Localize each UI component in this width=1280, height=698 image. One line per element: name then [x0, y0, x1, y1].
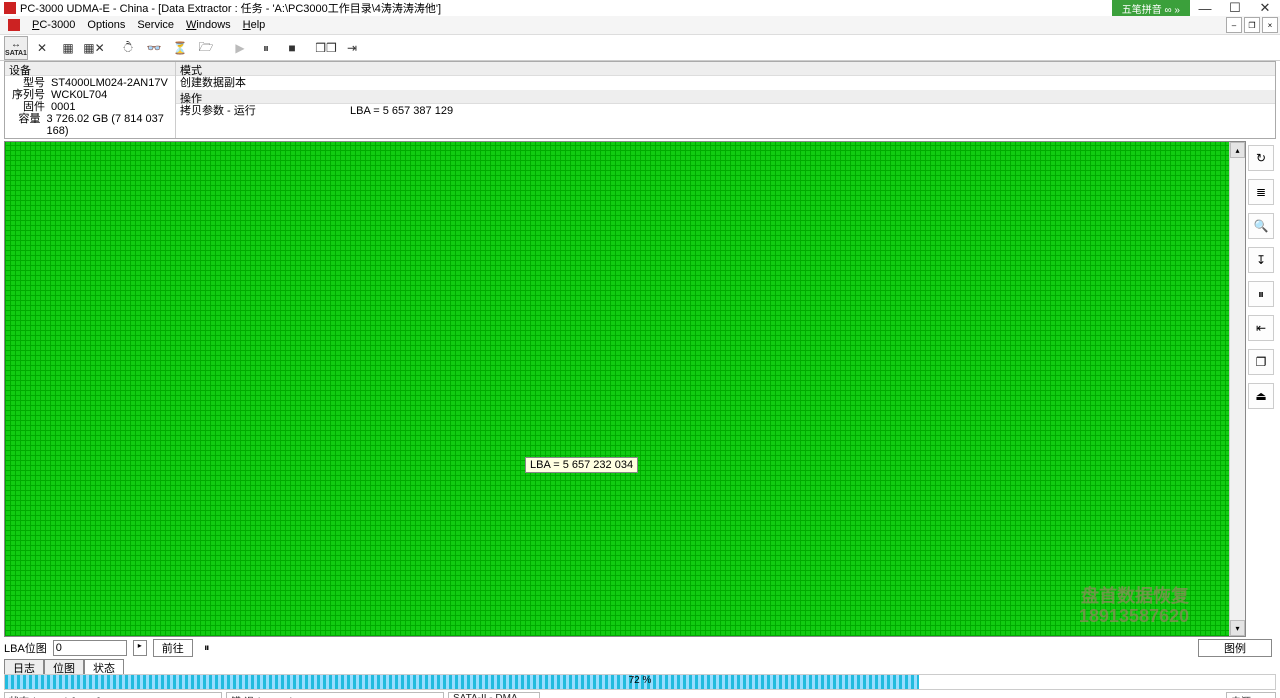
model-value: ST4000LM024-2AN17V — [51, 77, 168, 89]
status-panel-state: 状态 (SATA1)-[PIO4] BSYDRDDWFDSCDRQCRRIDXE… — [4, 692, 222, 698]
minimize-button[interactable]: — — [1190, 0, 1220, 16]
legend-button[interactable]: 图例 — [1198, 639, 1272, 657]
progress-bar: 72 % — [4, 674, 1276, 690]
sector-map-wrap: LBA = 5 657 232 034 盘首数据恢复 18913587620 ▴… — [4, 141, 1246, 637]
sector-map[interactable]: LBA = 5 657 232 034 盘首数据恢复 18913587620 — [5, 142, 1229, 636]
lba-input[interactable] — [53, 640, 127, 656]
mdi-restore-button[interactable]: ❐ — [1244, 17, 1260, 33]
model-label: 型号 — [9, 77, 45, 89]
menu-help[interactable]: Help — [237, 19, 272, 31]
watermark-line2: 18913587620 — [1079, 606, 1189, 626]
op-lba: LBA = 5 657 387 129 — [350, 105, 453, 118]
watermark: 盘首数据恢复 18913587620 — [1079, 586, 1189, 626]
serial-value: WCK0L704 — [51, 89, 107, 101]
progress-text: 72 % — [629, 675, 652, 686]
stop-button[interactable]: ■ — [280, 36, 304, 60]
folder-icon[interactable]: 🗁 — [194, 36, 218, 60]
maximize-button[interactable]: ☐ — [1220, 0, 1250, 16]
mode-value: 创建数据副本 — [180, 77, 1271, 89]
funnel-icon[interactable]: ⏳ — [168, 36, 192, 60]
windows-icon[interactable]: ❒❒ — [314, 36, 338, 60]
fw-label: 固件 — [9, 101, 45, 113]
mdi-controls: – ❐ × — [1226, 17, 1278, 33]
rail-eject-icon[interactable]: ⏏ — [1248, 383, 1274, 409]
tree-icon[interactable]: ੈ — [116, 36, 140, 60]
lba-pause-button[interactable]: ⏸ — [199, 642, 215, 655]
play-button[interactable]: ▶ — [228, 36, 252, 60]
rail-refresh-icon[interactable]: ↻ — [1248, 145, 1274, 171]
menu-windows[interactable]: Windows — [180, 19, 237, 31]
menu-pc3000[interactable]: PC-3000 — [26, 19, 81, 31]
cap-label: 容量 — [9, 113, 40, 137]
toolbar: ↔SATA1 ✕ ▦ ▦✕ ੈ 👓 ⏳ 🗁 ▶ ⏸ ■ ❒❒ ⇥ — [0, 35, 1280, 61]
map-vscrollbar[interactable]: ▴ ▾ — [1229, 142, 1245, 636]
cap-value: 3 726.02 GB (7 814 037 168) — [46, 113, 171, 137]
status-panel-errors: 错 误 (SATA1) BBKUNCINFABRTONAMN — [226, 692, 444, 698]
lba-label: LBA位图 — [4, 640, 47, 656]
status-panel-sata: SATA-II - DMA PHYRQ — [448, 692, 540, 698]
pause-button[interactable]: ⏸ — [254, 36, 278, 60]
status-panels: 状态 (SATA1)-[PIO4] BSYDRDDWFDSCDRQCRRIDXE… — [4, 692, 1276, 698]
disk-x-icon[interactable]: ▦✕ — [82, 36, 106, 60]
rail-pause-icon[interactable]: ⏸ — [1248, 281, 1274, 307]
header-panels: 设备 型号 ST4000LM024-2AN17V 序列号 WCK0L704 固件 00… — [4, 61, 1276, 139]
status-panel-sata-title: SATA-II - DMA — [449, 693, 539, 698]
tab-log[interactable]: 日志 — [4, 659, 44, 674]
op-section-title: 操作 — [176, 90, 1275, 104]
status-panel-power: 电源 5V12V — [1226, 692, 1276, 698]
close-button[interactable]: ✕ — [1250, 0, 1280, 16]
lba-go-button[interactable]: 前往 — [153, 639, 193, 657]
rail-copy-icon[interactable]: ❐ — [1248, 349, 1274, 375]
tools-icon[interactable]: ✕ — [30, 36, 54, 60]
sata-port-button[interactable]: ↔SATA1 — [4, 36, 28, 60]
tab-bitmap[interactable]: 位图 — [44, 659, 84, 674]
window-controls: — ☐ ✕ — [1190, 0, 1280, 16]
lba-input-btn-icon[interactable]: ▸ — [133, 640, 147, 656]
mdi-minimize-button[interactable]: – — [1226, 17, 1242, 33]
tab-state[interactable]: 状态 — [84, 659, 124, 674]
content: LBA = 5 657 232 034 盘首数据恢复 18913587620 ▴… — [4, 141, 1276, 637]
status-panel-errors-title: 错 误 (SATA1) — [227, 693, 443, 698]
mode-section-title: 模式 — [176, 62, 1275, 76]
device-section-title: 设备 — [5, 62, 175, 76]
watermark-line1: 盘首数据恢复 — [1079, 586, 1189, 606]
op-value: 拷贝参数 - 运行 — [180, 105, 350, 118]
mdi-close-button[interactable]: × — [1262, 17, 1278, 33]
binoculars-icon[interactable]: 👓 — [142, 36, 166, 60]
bottom-tabs: 日志 位图 状态 — [4, 659, 1276, 674]
window-title: PC-3000 UDMA-E - China - [Data Extractor… — [20, 0, 441, 16]
menu-options[interactable]: Options — [81, 19, 131, 31]
exit-icon[interactable]: ⇥ — [340, 36, 364, 60]
rail-zoom-icon[interactable]: 🔍 — [1248, 213, 1274, 239]
fw-value: 0001 — [51, 101, 75, 113]
lba-bar: LBA位图 ▸ 前往 ⏸ 图例 — [4, 639, 1276, 657]
progress-fill — [5, 675, 919, 689]
rail-start-icon[interactable]: ⇤ — [1248, 315, 1274, 341]
right-rail: ↻ ≣ 🔍 ↧ ⏸ ⇤ ❐ ⏏ — [1246, 141, 1276, 637]
scroll-up-arrow[interactable]: ▴ — [1230, 142, 1245, 158]
status-panel-power-title: 电源 — [1227, 693, 1275, 698]
serial-label: 序列号 — [9, 89, 45, 101]
map-tooltip: LBA = 5 657 232 034 — [525, 457, 638, 473]
menu-service[interactable]: Service — [131, 19, 180, 31]
rail-cursor-icon[interactable]: ↧ — [1248, 247, 1274, 273]
app-icon — [4, 2, 16, 14]
status-panel-state-title: 状态 (SATA1)-[PIO4] — [5, 693, 221, 698]
system-menu-icon[interactable] — [8, 19, 20, 31]
calendar-icon[interactable]: ▦ — [56, 36, 80, 60]
titlebar: PC-3000 UDMA-E - China - [Data Extractor… — [0, 0, 1280, 16]
menubar: PC-3000 Options Service Windows Help – ❐… — [0, 16, 1280, 35]
rail-log-icon[interactable]: ≣ — [1248, 179, 1274, 205]
scroll-down-arrow[interactable]: ▾ — [1230, 620, 1245, 636]
